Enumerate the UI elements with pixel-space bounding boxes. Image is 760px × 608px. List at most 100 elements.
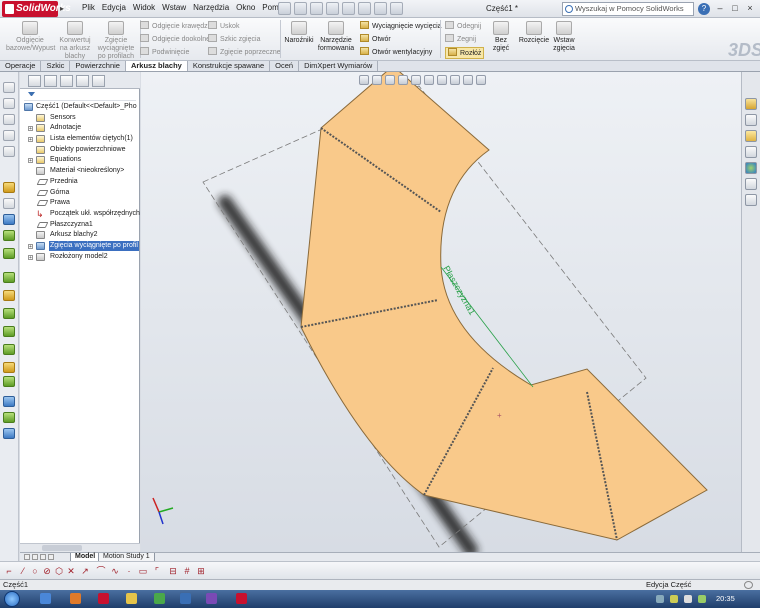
hole-wizard-icon[interactable] (3, 362, 15, 373)
expand-icon[interactable]: + (28, 254, 33, 260)
model-view[interactable]: Płaszczyzna1 + (141, 72, 741, 552)
circle-icon[interactable]: ○ (30, 566, 40, 576)
options-icon[interactable] (390, 2, 403, 15)
tab-operacje[interactable]: Operacje (0, 61, 42, 71)
last-tab-icon[interactable] (48, 554, 54, 560)
taskbar-word-icon[interactable] (180, 593, 191, 604)
tray-volume-icon[interactable] (670, 595, 678, 603)
select-icon[interactable] (358, 2, 371, 15)
unfold-button[interactable]: Odegnij (445, 21, 481, 31)
fillet-icon[interactable] (3, 182, 15, 193)
tree-node-part[interactable]: Część1 (Default<<Default>_Pho (20, 102, 140, 113)
tree-node-sheet-metal[interactable]: Arkusz blachy2 (20, 230, 140, 241)
plane-icon[interactable] (3, 344, 15, 355)
box-icon[interactable] (3, 82, 15, 93)
forming-tool-button[interactable]: Narzędzie formowania (316, 21, 356, 53)
base-flange-button[interactable]: Odgięcie bazowe/Wypust (6, 21, 55, 53)
edit-appearance-icon[interactable] (450, 75, 460, 85)
tree-node-front-plane[interactable]: Przednia (20, 177, 140, 188)
section-view-icon[interactable] (398, 75, 408, 85)
tree-node-cut-list[interactable]: + Lista elementów ciętych(1) (20, 134, 140, 145)
extruded-cut-button[interactable]: Wyciągnięcie wycięcia (360, 21, 442, 31)
tree-node-sensors[interactable]: Sensors (20, 113, 140, 124)
file-explorer-icon[interactable] (745, 130, 757, 142)
open-icon[interactable] (294, 2, 307, 15)
reference-geometry-icon[interactable] (3, 326, 15, 337)
appearances-icon[interactable] (745, 178, 757, 190)
solidworks-logo[interactable]: SolidWorks (2, 1, 71, 17)
line-icon[interactable]: ⁄ (18, 566, 28, 576)
taskbar-app-icon[interactable] (154, 593, 165, 604)
point-icon[interactable]: · (124, 566, 134, 576)
loft-icon[interactable] (3, 130, 15, 141)
no-bends-button[interactable]: Bez zgięć (486, 21, 516, 53)
taskbar-app2-icon[interactable] (206, 593, 217, 604)
print-icon[interactable] (326, 2, 339, 15)
corners-button[interactable]: Naroźniki (283, 21, 315, 45)
taskbar-ie-icon[interactable] (40, 593, 51, 604)
help-status-icon[interactable] (744, 581, 753, 589)
rebuild-icon[interactable] (374, 2, 387, 15)
spline-icon[interactable]: ∿ (110, 566, 120, 576)
zoom-area-icon[interactable] (372, 75, 382, 85)
view-palette-icon[interactable] (745, 162, 757, 174)
close-icon[interactable]: × (744, 3, 756, 15)
display-style-icon[interactable] (424, 75, 434, 85)
dimxpert-tab-icon[interactable] (76, 75, 89, 87)
curve-icon[interactable] (3, 308, 15, 319)
rectangle-icon[interactable]: ▭ (138, 566, 148, 576)
zoom-to-fit-icon[interactable] (359, 75, 369, 85)
fold-button[interactable]: Zegnij (445, 34, 476, 44)
expand-icon[interactable]: + (28, 126, 33, 132)
tree-node-surface-bodies[interactable]: Obiekty powierzchniowe (20, 145, 140, 156)
split-line-icon[interactable] (3, 428, 15, 439)
edge-flange-button[interactable]: Odgięcie krawędzi (140, 21, 209, 31)
property-manager-tab-icon[interactable] (44, 75, 57, 87)
first-tab-icon[interactable] (24, 554, 30, 560)
flatten-button[interactable]: Rozłóż (445, 47, 485, 59)
undo-icon[interactable] (342, 2, 355, 15)
tab-arkusz-blachy[interactable]: Arkusz blachy (125, 61, 188, 71)
menu-widok[interactable]: Widok (133, 3, 155, 12)
tab-konstrukcje-spawane[interactable]: Konstrukcje spawane (188, 61, 271, 71)
display-manager-tab-icon[interactable] (92, 75, 105, 87)
tree-node-flat-pattern[interactable]: + Rozłożony model2 (20, 252, 140, 263)
resources-icon[interactable] (745, 98, 757, 110)
cross-break-button[interactable]: Zgięcie poprzeczne (208, 47, 281, 57)
smart-dimension-icon[interactable]: ↗ (80, 566, 90, 576)
custom-properties-icon[interactable] (745, 194, 757, 206)
previous-view-icon[interactable] (385, 75, 395, 85)
menu-wstaw[interactable]: Wstaw (162, 3, 186, 12)
search-results-icon[interactable] (745, 146, 757, 158)
sheet-metal-part[interactable] (300, 72, 708, 541)
vent-button[interactable]: Otwór wentylacyjny (360, 47, 432, 57)
mirror-icon[interactable] (3, 290, 15, 301)
linear-pattern-icon[interactable] (3, 376, 15, 387)
rip-button[interactable]: Rozcięcie (518, 21, 550, 45)
shell-icon[interactable] (3, 230, 15, 241)
restore-icon[interactable]: □ (729, 3, 741, 15)
tab-powierzchnie[interactable]: Powierzchnie (70, 61, 126, 71)
scrollbar-thumb[interactable] (42, 545, 82, 551)
grid-icon[interactable]: # (182, 566, 192, 576)
help-search-input[interactable]: Wyszukaj w Pomocy SolidWorks (562, 2, 694, 16)
move-entities-icon[interactable]: ⊞ (196, 566, 206, 576)
start-button[interactable] (4, 591, 20, 607)
taskbar-solidworks-icon[interactable] (98, 593, 109, 604)
sketch-icon[interactable]: ⌐ (4, 566, 14, 576)
save-icon[interactable] (310, 2, 323, 15)
next-tab-icon[interactable] (40, 554, 46, 560)
tree-node-lofted-bend[interactable]: + Zgięcia wyciągnięte po profil (20, 240, 140, 252)
taskbar-solidworks2-icon[interactable] (236, 593, 247, 604)
menu-arrow-icon[interactable]: ▸ (60, 4, 68, 14)
sketched-bend-button[interactable]: Szkic zgięcia (208, 34, 260, 44)
tree-node-equations[interactable]: + Equations (20, 155, 140, 166)
view-settings-icon[interactable] (476, 75, 486, 85)
tray-app-icon[interactable] (684, 595, 692, 603)
taskbar-explorer-icon[interactable] (126, 593, 137, 604)
jog-button[interactable]: Uskok (208, 21, 239, 31)
graphics-area[interactable]: Płaszczyzna1 + (141, 72, 741, 552)
menu-narzedzia[interactable]: Narzędzia (193, 3, 229, 12)
trim-icon[interactable]: ✕ (66, 566, 76, 576)
configuration-manager-tab-icon[interactable] (60, 75, 73, 87)
